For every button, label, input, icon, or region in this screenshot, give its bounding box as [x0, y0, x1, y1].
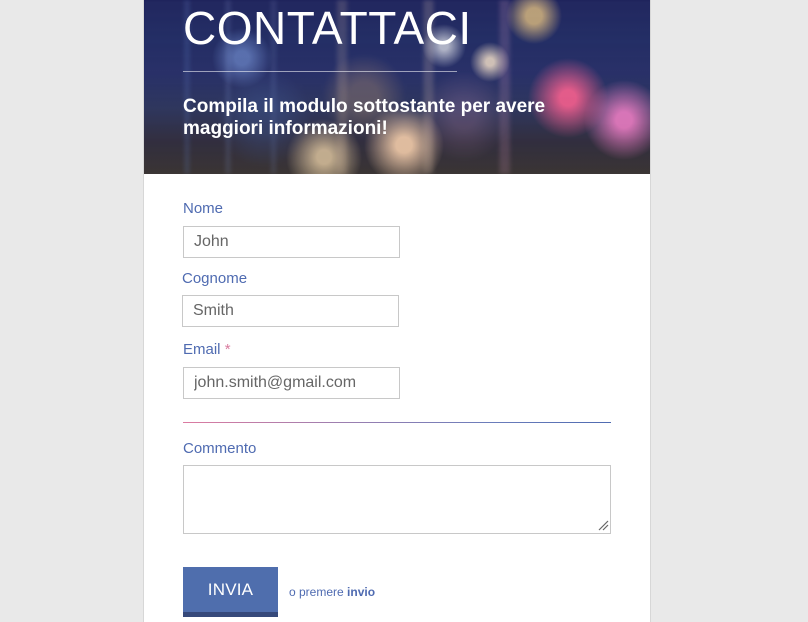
header-subtitle: Compila il modulo sottostante per avere … [183, 96, 546, 139]
header-banner: CONTATTACI Compila il modulo sottostante… [144, 0, 650, 174]
submit-button[interactable]: INVIA [183, 567, 278, 617]
required-marker: * [224, 341, 231, 358]
last-name-input[interactable] [182, 295, 399, 327]
page: CONTATTACI Compila il modulo sottostante… [0, 0, 808, 622]
email-input[interactable] [183, 367, 400, 399]
page-title: CONTATTACI [183, 2, 472, 54]
resize-handle-icon[interactable] [598, 520, 609, 531]
contact-card: CONTATTACI Compila il modulo sottostante… [143, 0, 651, 622]
header-divider [183, 71, 457, 72]
email-label: Email * [183, 341, 231, 359]
submit-hint-key: invio [347, 585, 376, 599]
first-name-label: Nome [183, 200, 224, 217]
form-divider [183, 422, 611, 423]
submit-hint-prefix: o premere [289, 585, 344, 599]
submit-hint: o premere invio [289, 585, 375, 599]
last-name-label: Cognome [182, 270, 248, 287]
comment-textarea[interactable] [183, 465, 611, 534]
first-name-input[interactable] [183, 226, 400, 258]
comment-label: Commento [183, 440, 257, 457]
email-label-text: Email [183, 341, 221, 358]
